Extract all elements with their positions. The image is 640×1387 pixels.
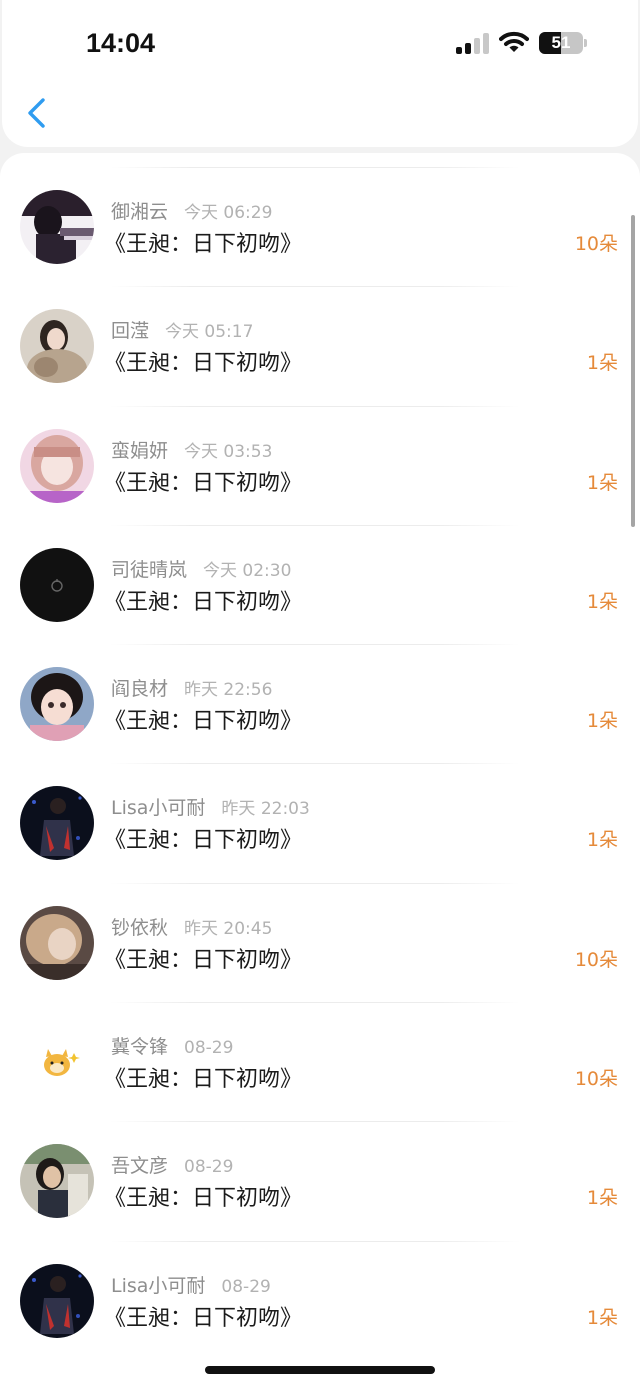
list-item[interactable]: 阎良材 昨天 22:56 《王昶：日下初吻》 1朵 <box>0 644 640 763</box>
singer-avatar <box>20 1263 94 1338</box>
post-time: 今天 06:29 <box>184 203 273 223</box>
item-meta: Lisa小可耐 08-29 <box>111 1271 271 1298</box>
song-title[interactable]: 《王昶：日下初吻》 <box>104 226 302 258</box>
post-time: 今天 05:17 <box>165 322 254 343</box>
gift-count: 1朵 <box>586 352 618 375</box>
song-title[interactable]: 《王昶：日下初吻》 <box>104 822 302 854</box>
avatar[interactable] <box>20 309 94 384</box>
post-time: 昨天 22:56 <box>184 680 273 701</box>
user-name[interactable]: 回滢 <box>111 320 149 342</box>
gift-count: 1朵 <box>586 1187 618 1210</box>
list-item[interactable]: 冀令锋 08-29 《王昶：日下初吻》 10朵 <box>0 1002 640 1121</box>
gift-count: 1朵 <box>586 710 618 733</box>
top-bar: 14:04 51 <box>2 0 638 147</box>
gift-count: 1朵 <box>586 590 618 613</box>
post-time: 今天 03:53 <box>184 441 273 462</box>
list-item[interactable]: 吾文彦 08-29 《王昶：日下初吻》 1朵 <box>0 1121 640 1240</box>
avatar[interactable] <box>20 786 94 861</box>
item-meta: 回滢 今天 05:17 <box>111 316 253 343</box>
gift-count: 10朵 <box>574 1068 618 1091</box>
list-item[interactable]: 御湘云 今天 06:29 《王昶：日下初吻》 10朵 <box>0 167 640 286</box>
post-time: 今天 02:30 <box>203 560 292 581</box>
black-avatar <box>20 547 94 622</box>
fur-coat-avatar <box>20 309 94 384</box>
gift-list-card: 御湘云 今天 06:29 《王昶：日下初吻》 10朵 回滢 今天 05:17 《王昶：日下初… <box>0 153 640 1387</box>
gift-count: 10朵 <box>574 233 618 255</box>
pink-hair-avatar <box>20 428 94 503</box>
list-item[interactable]: Lisa小可耐 昨天 22:03 《王昶：日下初吻》 1朵 <box>0 763 640 882</box>
item-meta: 钞依秋 昨天 20:45 <box>111 913 272 940</box>
gift-count: 1朵 <box>586 829 618 852</box>
cartoon-dog-avatar <box>20 1025 94 1100</box>
list-item[interactable]: 蛮娟妍 今天 03:53 《王昶：日下初吻》 1朵 <box>0 405 640 525</box>
user-name[interactable]: Lisa小可耐 <box>111 797 205 819</box>
home-indicator[interactable] <box>205 1366 435 1374</box>
item-meta: 御湘云 今天 06:29 <box>111 197 272 224</box>
avatar[interactable] <box>20 667 94 742</box>
list-item[interactable]: 钞依秋 昨天 20:45 《王昶：日下初吻》 10朵 <box>0 882 640 1002</box>
gift-count: 10朵 <box>574 948 618 971</box>
avatar[interactable] <box>20 428 94 503</box>
avatar[interactable] <box>20 190 94 264</box>
avatar[interactable] <box>20 1263 94 1338</box>
song-title[interactable]: 《王昶：日下初吻》 <box>104 1180 302 1212</box>
list-item[interactable]: 回滢 今天 05:17 《王昶：日下初吻》 1朵 <box>0 286 640 405</box>
item-meta: 蛮娟妍 今天 03:53 <box>111 436 272 463</box>
user-name[interactable]: 冀令锋 <box>111 1036 168 1058</box>
user-name[interactable]: Lisa小可耐 <box>111 1275 205 1297</box>
cellular-signal-icon <box>456 32 490 54</box>
song-title[interactable]: 《王昶：日下初吻》 <box>104 465 302 497</box>
gift-count: 1朵 <box>586 471 618 494</box>
battery-level: 51 <box>551 33 571 52</box>
avatar[interactable] <box>20 905 94 980</box>
avatar[interactable] <box>20 1025 94 1100</box>
song-title[interactable]: 《王昶：日下初吻》 <box>104 584 302 616</box>
avatar[interactable] <box>20 1144 94 1219</box>
song-title[interactable]: 《王昶：日下初吻》 <box>104 942 302 974</box>
scrollbar[interactable] <box>631 215 635 527</box>
list-item[interactable]: Lisa小可耐 08-29 《王昶：日下初吻》 1朵 <box>0 1240 640 1360</box>
post-time: 08-29 <box>184 1157 234 1178</box>
back-button[interactable] <box>24 96 50 130</box>
anime-girl-avatar <box>20 667 94 742</box>
item-meta: 吾文彦 08-29 <box>111 1151 233 1178</box>
song-title[interactable]: 《王昶：日下初吻》 <box>104 345 302 377</box>
blonde-avatar <box>20 905 94 980</box>
post-time: 昨天 20:45 <box>184 918 273 939</box>
post-time: 08-29 <box>221 1276 271 1297</box>
outdoor-avatar <box>20 1144 94 1219</box>
song-title[interactable]: 《王昶：日下初吻》 <box>104 703 302 735</box>
status-time: 14:04 <box>86 28 156 58</box>
list-item[interactable]: 司徒晴岚 今天 02:30 《王昶：日下初吻》 1朵 <box>0 524 640 644</box>
singer-avatar <box>20 786 94 861</box>
gift-list: 御湘云 今天 06:29 《王昶：日下初吻》 10朵 回滢 今天 05:17 《王昶：日下初… <box>0 167 640 1360</box>
post-time: 08-29 <box>184 1038 234 1059</box>
piano-avatar <box>20 190 94 264</box>
song-title[interactable]: 《王昶：日下初吻》 <box>104 1300 302 1332</box>
user-name[interactable]: 司徒晴岚 <box>111 559 187 581</box>
wifi-icon <box>499 31 529 52</box>
user-name[interactable]: 蛮娟妍 <box>111 440 168 462</box>
user-name[interactable]: 阎良材 <box>111 678 168 700</box>
item-meta: Lisa小可耐 昨天 22:03 <box>111 793 310 820</box>
chevron-left-icon <box>28 98 45 128</box>
battery-icon: 51 <box>539 32 583 54</box>
post-time: 昨天 22:03 <box>221 799 310 820</box>
user-name[interactable]: 御湘云 <box>111 201 168 223</box>
user-name[interactable]: 钞依秋 <box>111 917 168 939</box>
user-name[interactable]: 吾文彦 <box>111 1155 168 1177</box>
avatar[interactable] <box>20 547 94 622</box>
item-meta: 阎良材 昨天 22:56 <box>111 674 272 701</box>
item-meta: 冀令锋 08-29 <box>111 1032 233 1059</box>
battery-tip <box>584 39 587 47</box>
item-meta: 司徒晴岚 今天 02:30 <box>111 555 291 582</box>
song-title[interactable]: 《王昶：日下初吻》 <box>104 1061 302 1093</box>
gift-count: 1朵 <box>586 1306 618 1329</box>
